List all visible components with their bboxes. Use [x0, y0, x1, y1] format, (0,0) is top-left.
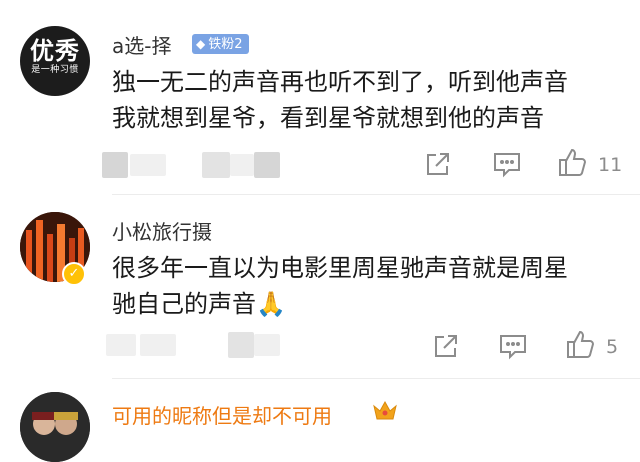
comment-3: 可用的昵称但是却不可用 [0, 0, 640, 462]
avatar-image [20, 392, 90, 462]
crown-icon [372, 398, 398, 426]
username[interactable]: 可用的昵称但是却不可用 [112, 400, 332, 429]
avatar[interactable] [20, 392, 90, 462]
